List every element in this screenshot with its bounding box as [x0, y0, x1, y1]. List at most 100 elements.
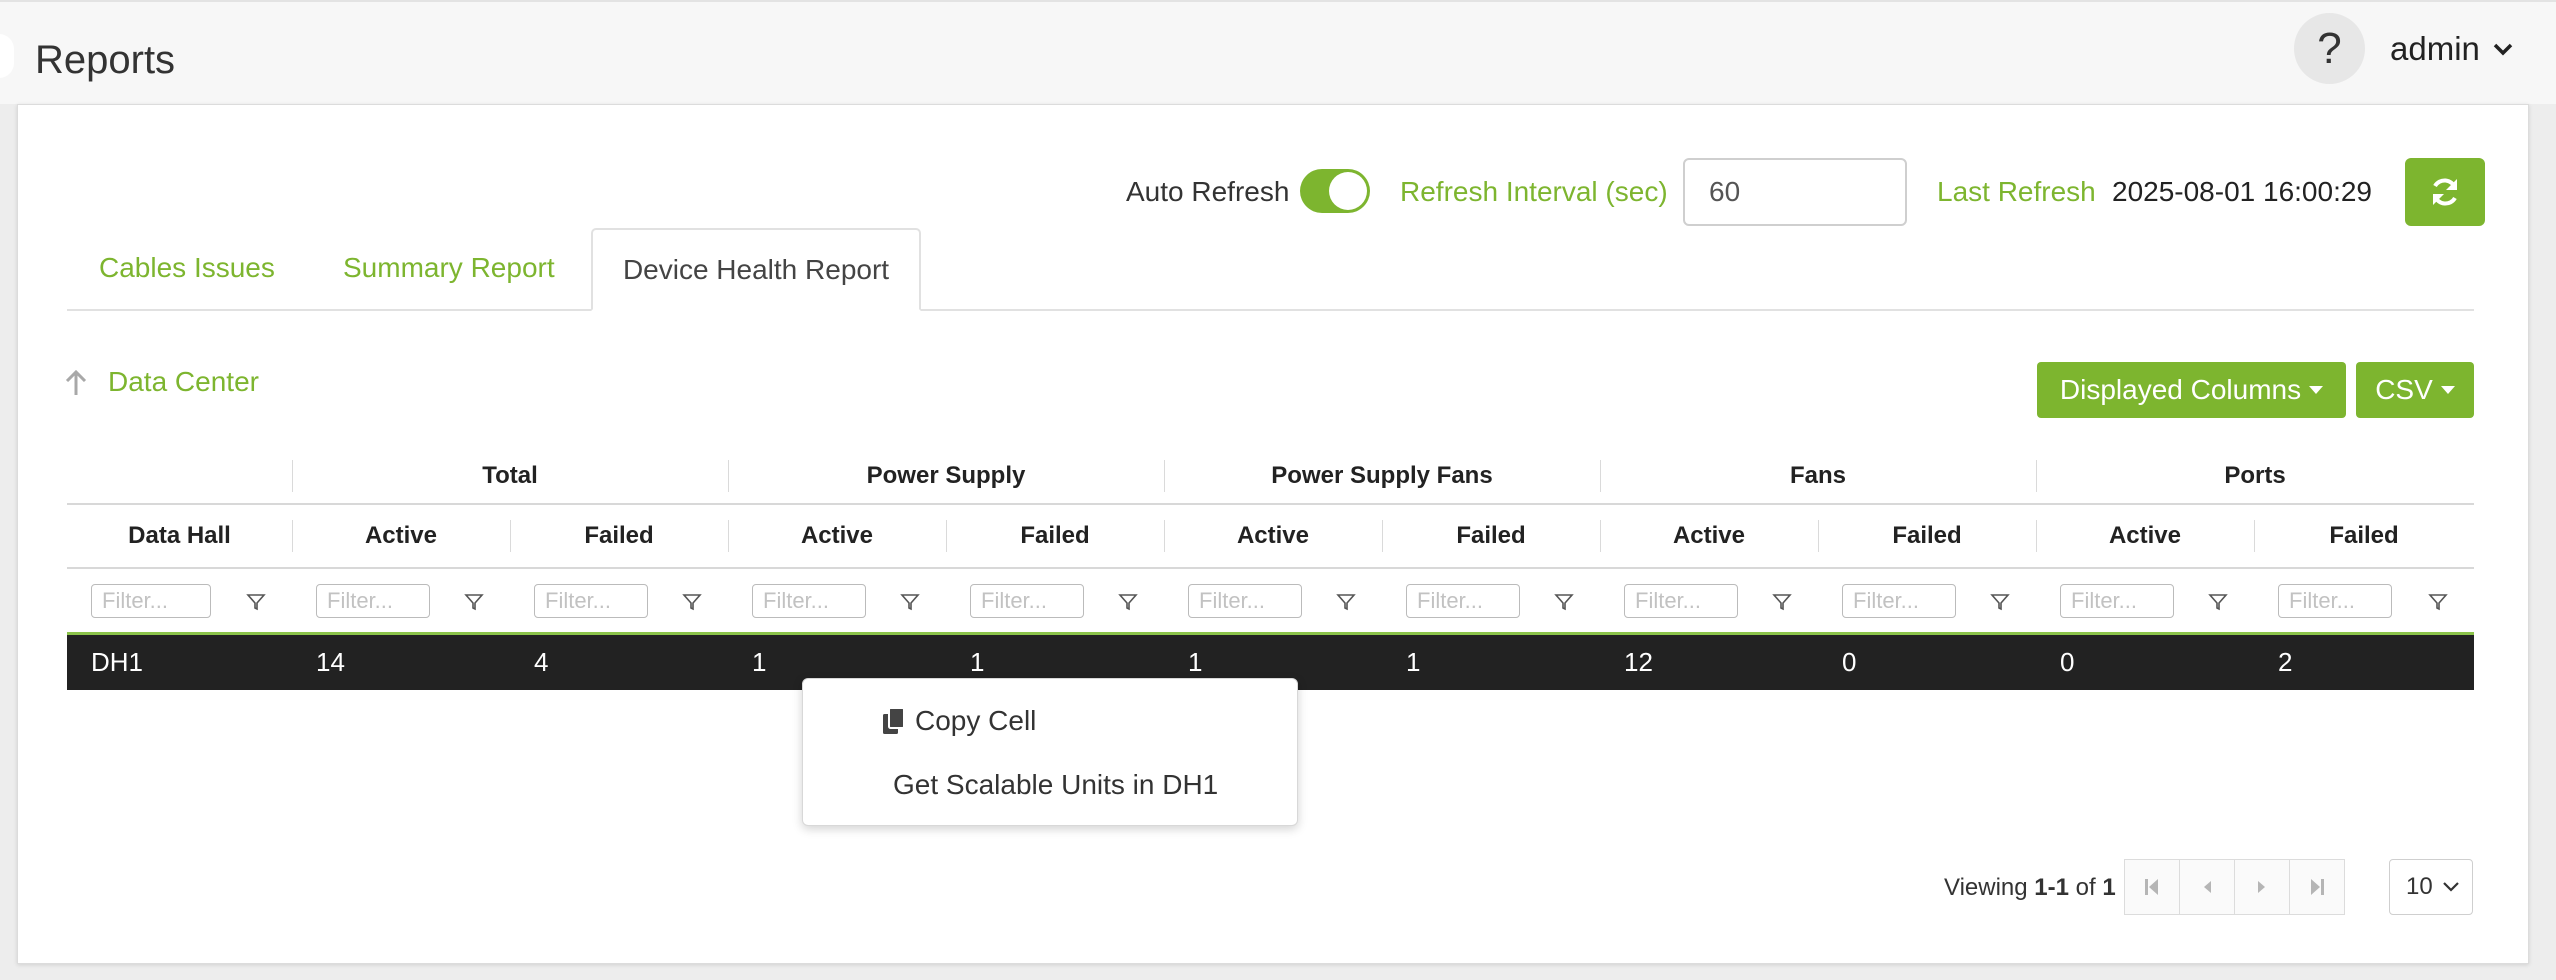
menu-item-get-scalable-units[interactable]: Get Scalable Units in DH1	[893, 769, 1218, 801]
filter-cell-ports-failed	[2254, 569, 2474, 632]
auto-refresh-label: Auto Refresh	[1126, 176, 1290, 207]
filter-input-fans-failed[interactable]	[1842, 583, 1956, 618]
column-header-power-supply-active[interactable]: Active	[728, 505, 946, 567]
filter-cell-power-supply-failed	[946, 569, 1164, 632]
group-header-power-supply-fans: Power Supply Fans	[1164, 448, 1600, 503]
menu-item-copy-cell-label: Copy Cell	[915, 705, 1037, 736]
last-refresh-label: Last Refresh	[1937, 176, 2096, 207]
column-header-ps-fans-active[interactable]: Active	[1164, 505, 1382, 567]
group-header-row: Total Power Supply Power Supply Fans Fan…	[67, 448, 2474, 505]
cell-ports-active[interactable]: 0	[2036, 635, 2254, 690]
column-header-total-failed[interactable]: Failed	[510, 505, 728, 567]
filter-icon[interactable]	[1336, 592, 1356, 612]
column-header-total-active[interactable]: Active	[292, 505, 510, 567]
filter-cell-fans-active	[1600, 569, 1818, 632]
group-header-ports: Ports	[2036, 448, 2474, 503]
group-header-power-supply: Power Supply	[728, 448, 1164, 503]
filter-icon[interactable]	[246, 592, 266, 612]
help-button[interactable]: ?	[2294, 13, 2365, 84]
filter-input-power-supply-active[interactable]	[752, 583, 866, 618]
menu-item-copy-cell[interactable]: Copy Cell	[881, 705, 1036, 737]
user-name: admin	[2390, 30, 2480, 67]
column-header-row: Data Hall Active Failed Active Failed Ac…	[67, 505, 2474, 569]
sidebar-toggle-stub[interactable]	[0, 34, 14, 78]
pagination-summary: Viewing 1-1 of 1	[1944, 874, 2116, 902]
top-bar: Reports ? admin	[0, 0, 2556, 104]
cell-fans-active[interactable]: 12	[1600, 635, 1818, 690]
column-header-ps-fans-failed[interactable]: Failed	[1382, 505, 1600, 567]
refresh-button[interactable]	[2405, 158, 2485, 226]
filter-cell-ports-active	[2036, 569, 2254, 632]
column-header-power-supply-failed[interactable]: Failed	[946, 505, 1164, 567]
next-page-icon	[2258, 881, 2265, 893]
displayed-columns-button[interactable]: Displayed Columns	[2037, 362, 2346, 418]
cell-data-hall[interactable]: DH1	[67, 635, 292, 690]
caret-down-icon	[2440, 386, 2455, 394]
cell-ps-fans-failed[interactable]: 1	[1382, 635, 1600, 690]
filter-input-data-hall[interactable]	[91, 583, 211, 618]
filter-icon[interactable]	[464, 592, 484, 612]
filter-icon[interactable]	[1990, 592, 2010, 612]
tab-cables-issues[interactable]: Cables Issues	[99, 252, 275, 284]
column-header-data-hall[interactable]: Data Hall	[67, 505, 292, 567]
filter-cell-power-supply-active	[728, 569, 946, 632]
group-header-total: Total	[292, 448, 728, 503]
auto-refresh-toggle[interactable]	[1300, 169, 1370, 213]
filter-input-total-failed[interactable]	[534, 583, 648, 618]
filter-input-ports-failed[interactable]	[2278, 583, 2392, 618]
tabs-divider	[67, 309, 2474, 311]
filter-input-ports-active[interactable]	[2060, 583, 2174, 618]
column-header-ports-failed[interactable]: Failed	[2254, 505, 2474, 567]
filter-input-ps-fans-failed[interactable]	[1406, 583, 1520, 618]
last-page-button[interactable]	[2289, 859, 2345, 915]
refresh-interval-label: Refresh Interval (sec)	[1400, 176, 1668, 207]
filter-input-fans-active[interactable]	[1624, 583, 1738, 618]
device-health-table: Total Power Supply Power Supply Fans Fan…	[67, 448, 2474, 690]
filter-cell-total-active	[292, 569, 510, 632]
column-header-ports-active[interactable]: Active	[2036, 505, 2254, 567]
csv-button[interactable]: CSV	[2356, 362, 2474, 418]
user-menu[interactable]: admin	[2390, 30, 2514, 68]
previous-page-button[interactable]	[2179, 859, 2235, 915]
tab-device-health-report[interactable]: Device Health Report	[591, 228, 921, 311]
filter-icon[interactable]	[1118, 592, 1138, 612]
filter-input-total-active[interactable]	[316, 583, 430, 618]
chevron-down-icon	[2443, 882, 2459, 892]
page-size-value: 10	[2406, 873, 2433, 900]
filter-icon[interactable]	[2428, 592, 2448, 612]
previous-page-icon	[2204, 881, 2211, 893]
cell-total-active[interactable]: 14	[292, 635, 510, 690]
arrow-up-icon	[65, 369, 87, 395]
filter-cell-total-failed	[510, 569, 728, 632]
viewing-total: 1	[2102, 874, 2116, 901]
filter-icon[interactable]	[682, 592, 702, 612]
refresh-interval-input[interactable]	[1683, 158, 1907, 226]
filter-cell-ps-fans-active	[1164, 569, 1382, 632]
filter-icon[interactable]	[900, 592, 920, 612]
next-page-button[interactable]	[2234, 859, 2290, 915]
cell-ports-failed[interactable]: 2	[2254, 635, 2474, 690]
tab-summary-report[interactable]: Summary Report	[343, 252, 555, 284]
csv-label: CSV	[2375, 374, 2433, 405]
group-header-empty	[67, 448, 292, 503]
viewing-range: 1-1	[2034, 874, 2069, 901]
column-header-fans-active[interactable]: Active	[1600, 505, 1818, 567]
breadcrumb[interactable]: Data Center	[64, 366, 259, 398]
last-page-icon	[2311, 879, 2324, 895]
displayed-columns-label: Displayed Columns	[2059, 374, 2302, 405]
copy-icon	[883, 707, 905, 734]
cell-total-failed[interactable]: 4	[510, 635, 728, 690]
filter-cell-fans-failed	[1818, 569, 2036, 632]
cell-fans-failed[interactable]: 0	[1818, 635, 2036, 690]
filter-input-ps-fans-active[interactable]	[1188, 583, 1302, 618]
group-header-fans: Fans	[1600, 448, 2036, 503]
filter-input-power-supply-failed[interactable]	[970, 583, 1084, 618]
filter-icon[interactable]	[1772, 592, 1792, 612]
filter-icon[interactable]	[1554, 592, 1574, 612]
page-size-select[interactable]: 10	[2389, 859, 2473, 915]
column-header-fans-failed[interactable]: Failed	[1818, 505, 2036, 567]
first-page-icon	[2145, 879, 2158, 895]
viewing-of: of	[2075, 874, 2096, 901]
first-page-button[interactable]	[2124, 859, 2180, 915]
filter-icon[interactable]	[2208, 592, 2228, 612]
